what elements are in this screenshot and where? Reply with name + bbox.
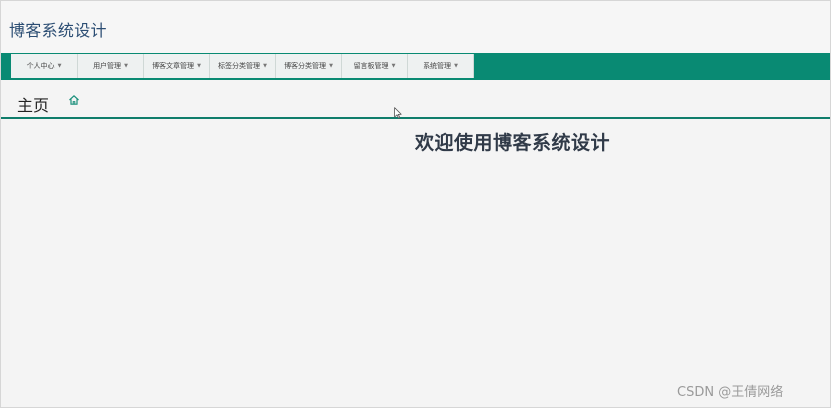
nav-item-label: 留言板管理 [353, 62, 389, 70]
nav-item-label: 个人中心 [26, 62, 55, 70]
nav-item-label: 用户管理 [93, 62, 122, 70]
nav-item-message-board-management[interactable]: 留言板管理 ▼ [342, 54, 408, 78]
watermark: CSDN @王倩网络 [677, 385, 784, 400]
top-nav-bar: 个人中心 ▼ 用户管理 ▼ 博客文章管理 ▼ 标签分类管理 ▼ 博客分类管理 ▼ 留言板管… [1, 53, 830, 80]
nav-menu: 个人中心 ▼ 用户管理 ▼ 博客文章管理 ▼ 标签分类管理 ▼ 博客分类管理 ▼ 留言板管… [11, 54, 474, 78]
nav-item-system-management[interactable]: 系统管理 ▼ [408, 54, 474, 78]
app-title: 博客系统设计 [9, 21, 107, 40]
nav-item-personal-center[interactable]: 个人中心 ▼ [11, 54, 78, 78]
page-title: 主页 [17, 96, 50, 115]
nav-item-blog-category-management[interactable]: 博客分类管理 ▼ [276, 54, 342, 78]
nav-item-label: 标签分类管理 [218, 62, 261, 70]
caret-down-icon: ▼ [454, 63, 458, 69]
caret-down-icon: ▼ [329, 63, 333, 69]
nav-item-label: 博客文章管理 [152, 62, 195, 70]
nav-item-label: 系统管理 [423, 62, 452, 70]
nav-item-user-management[interactable]: 用户管理 ▼ [78, 54, 144, 78]
welcome-heading: 欢迎使用博客系统设计 [415, 132, 611, 154]
caret-down-icon: ▼ [57, 63, 62, 69]
nav-item-tag-category-management[interactable]: 标签分类管理 ▼ [210, 54, 276, 78]
caret-down-icon: ▼ [197, 63, 201, 69]
caret-down-icon: ▼ [124, 63, 128, 69]
app-window: 博客系统设计 个人中心 ▼ 用户管理 ▼ 博客文章管理 ▼ 标签分类管理 ▼ 博客分类管… [0, 0, 831, 408]
nav-item-label: 博客分类管理 [284, 62, 327, 70]
caret-down-icon: ▼ [391, 63, 396, 69]
breadcrumb: 主页 [1, 81, 830, 119]
nav-item-blog-article-management[interactable]: 博客文章管理 ▼ [144, 54, 210, 78]
app-header: 博客系统设计 [1, 1, 830, 53]
home-icon[interactable] [68, 94, 80, 106]
caret-down-icon: ▼ [263, 63, 267, 69]
mouse-cursor-icon [394, 107, 402, 119]
